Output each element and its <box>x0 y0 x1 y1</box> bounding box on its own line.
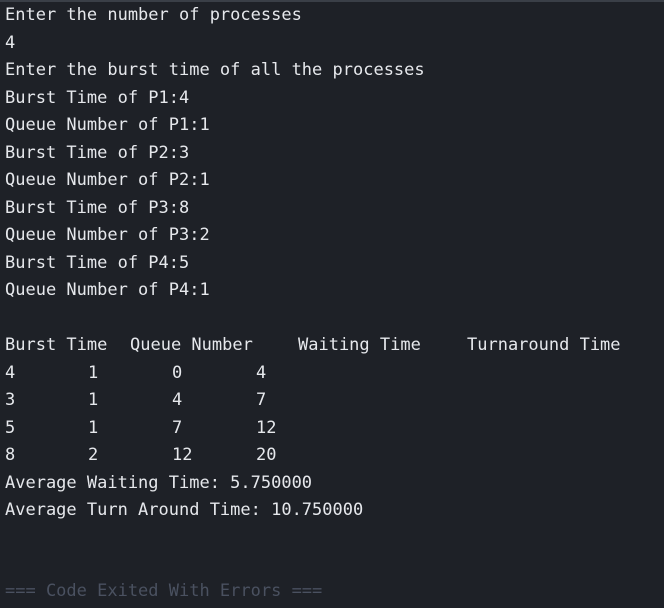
cell-queue-number: 2 <box>88 445 99 465</box>
header-turnaround-time: Turnaround Time <box>467 335 621 355</box>
cell-turnaround-time: 4 <box>256 362 267 383</box>
cell-queue-number: 1 <box>88 390 99 410</box>
cell-queue-number: 1 <box>88 362 99 383</box>
console-line: Burst Time of P3:8 <box>5 197 190 218</box>
cell-waiting-time: 0 <box>172 362 183 383</box>
header-queue-number: Queue Number <box>130 335 253 355</box>
console-line: Burst Time of P1:4 <box>5 87 190 108</box>
console-line: Queue Number of P4:1 <box>5 280 210 300</box>
table-row: 3 1 4 7 <box>5 387 664 415</box>
console-line: 4 <box>5 32 16 53</box>
cell-queue-number: 1 <box>88 417 99 438</box>
console-line: Queue Number of P1:1 <box>5 115 210 135</box>
cell-burst-time: 4 <box>5 362 16 383</box>
average-waiting-time: Average Waiting Time: 5.750000 <box>5 472 313 493</box>
table-header: Burst Time Queue Number Waiting Time Tur… <box>5 332 664 360</box>
cell-turnaround-time: 20 <box>256 445 277 465</box>
table-row: 4 1 0 4 <box>5 360 664 388</box>
console-line: Burst Time of P4:5 <box>5 252 190 273</box>
console-output: Enter the number of processes 4 Enter th… <box>5 2 664 525</box>
console-line: Queue Number of P3:2 <box>5 225 210 245</box>
cell-waiting-time: 4 <box>172 390 183 410</box>
console-line: Burst Time of P2:3 <box>5 142 190 163</box>
cell-waiting-time: 7 <box>172 417 183 438</box>
cell-turnaround-time: 7 <box>256 390 267 410</box>
cell-burst-time: 8 <box>5 445 16 465</box>
average-turnaround-time: Average Turn Around Time: 10.750000 <box>5 500 364 520</box>
console-line: Enter the number of processes <box>5 5 302 25</box>
header-waiting-time: Waiting Time <box>298 335 421 355</box>
table-row: 8 2 12 20 <box>5 442 664 470</box>
cell-turnaround-time: 12 <box>256 417 277 438</box>
header-burst-time: Burst Time <box>5 335 108 355</box>
cell-waiting-time: 12 <box>172 445 193 465</box>
console-line: Queue Number of P2:1 <box>5 170 210 190</box>
exit-status: === Code Exited With Errors === <box>5 581 323 601</box>
console-line: Enter the burst time of all the processe… <box>5 60 425 80</box>
cell-burst-time: 3 <box>5 390 16 410</box>
table-row: 5 1 7 12 <box>5 415 664 443</box>
cell-burst-time: 5 <box>5 417 16 438</box>
